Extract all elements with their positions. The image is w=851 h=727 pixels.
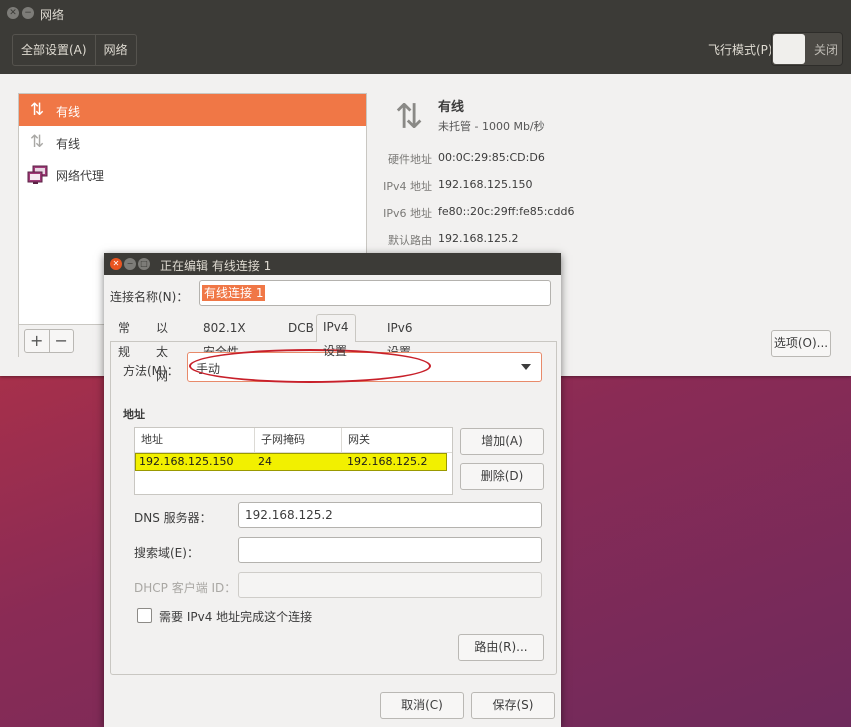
annotation-ellipse [189, 349, 431, 383]
cancel-button[interactable]: 取消(C) [380, 692, 464, 719]
list-item-network-proxy[interactable]: 网络代理 [19, 158, 366, 190]
tab-dcb[interactable]: DCB [282, 316, 320, 340]
add-address-button[interactable]: 增加(A) [460, 428, 544, 455]
maximize-icon[interactable]: □ [138, 258, 150, 270]
dhcp-client-id-input [238, 572, 542, 598]
address-cell[interactable]: 192.168.125.150 [139, 455, 233, 468]
delete-address-button[interactable]: 删除(D) [460, 463, 544, 490]
list-item-label: 有线 [56, 105, 81, 119]
detail-value: 192.168.125.150 [438, 178, 533, 191]
tab-general[interactable]: 常规 [112, 316, 136, 359]
dialog-title-bar: ✕ − □ 正在编辑 有线连接 1 [104, 253, 561, 275]
dns-servers-label: DNS 服务器： [134, 511, 212, 525]
detail-value: fe80::20c:29ff:fe85:cdd6 [438, 205, 575, 218]
list-item-label: 网络代理 [56, 169, 105, 183]
address-table: 地址 子网掩码 网关 192.168.125.150 24 192.168.12… [134, 427, 453, 495]
connection-name: 有线 [438, 100, 465, 115]
detail-row-ipv6: IPv6 地址 fe80::20c:29ff:fe85:cdd6 [370, 205, 790, 221]
connection-status: 未托管 - 1000 Mb/秒 [438, 120, 545, 133]
add-connection-button[interactable]: + [25, 330, 49, 352]
toggle-knob [773, 34, 805, 64]
gateway-cell[interactable]: 192.168.125.2 [347, 455, 427, 468]
dhcp-client-id-label: DHCP 客户端 ID： [134, 581, 237, 595]
netmask-cell[interactable]: 24 [258, 455, 272, 468]
save-button[interactable]: 保存(S) [471, 692, 555, 719]
airplane-mode-toggle[interactable]: 关闭 [771, 32, 843, 66]
detail-value: 192.168.125.2 [438, 232, 519, 245]
chevron-down-icon [521, 364, 531, 370]
dns-servers-input[interactable]: 192.168.125.2 [238, 502, 542, 528]
detail-value: 00:0C:29:85:CD:D6 [438, 151, 545, 164]
list-item-wired-2[interactable]: ⇅ 有线 [19, 126, 366, 158]
add-remove-group: + − [24, 329, 74, 353]
list-item-wired-1[interactable]: ⇅ 有线 [19, 94, 366, 126]
address-heading: 地址 [123, 408, 145, 421]
close-icon[interactable]: ✕ [7, 7, 19, 19]
ipv4-settings-panel: 方法(M)： 手动 地址 地址 子网掩码 网关 192.168.125.150 … [110, 341, 557, 675]
search-domains-label: 搜索域(E)： [134, 546, 199, 560]
all-settings-button[interactable]: 全部设置(A) [13, 35, 95, 65]
detail-row-ipv4: IPv4 地址 192.168.125.150 [370, 178, 790, 194]
close-icon[interactable]: ✕ [110, 258, 122, 270]
search-domains-input[interactable] [238, 537, 542, 563]
detail-key: IPv6 地址 [383, 207, 432, 220]
remove-connection-button[interactable]: − [48, 330, 74, 352]
network-transmit-receive-icon: ⇅ [29, 132, 45, 152]
window-title: 网络 [40, 8, 65, 22]
options-button[interactable]: 选项(O)... [771, 330, 831, 357]
table-header: 地址 子网掩码 网关 [135, 428, 452, 453]
network-transmit-receive-icon: ⇅ [394, 97, 424, 137]
detail-row-hardware-address: 硬件地址 00:0C:29:85:CD:D6 [370, 151, 790, 167]
detail-key: 默认路由 [388, 234, 432, 247]
method-label: 方法(M)： [123, 364, 179, 378]
tab-ethernet[interactable]: 以太网 [150, 316, 174, 383]
column-header-netmask[interactable]: 子网掩码 [255, 428, 342, 452]
detail-row-default-route: 默认路由 192.168.125.2 [370, 232, 790, 248]
list-item-label: 有线 [56, 137, 81, 151]
network-proxy-icon [27, 165, 48, 184]
title-bar: ✕ − 网络 [0, 0, 851, 28]
connection-name-value: 有线连接 1 [202, 285, 266, 301]
require-ipv4-label[interactable]: 需要 IPv4 地址完成这个连接 [159, 608, 312, 625]
dialog-title: 正在编辑 有线连接 1 [160, 259, 272, 273]
column-header-gateway[interactable]: 网关 [342, 428, 452, 452]
require-ipv4-checkbox[interactable] [137, 608, 152, 623]
tab-ipv6-settings[interactable]: IPv6 设置 [381, 316, 419, 359]
tab-8021x-security[interactable]: 802.1X 安全性 [197, 316, 252, 359]
routes-button[interactable]: 路由(R)... [458, 634, 544, 661]
column-header-address[interactable]: 地址 [135, 428, 255, 452]
airplane-mode-label: 飞行模式(P) [708, 43, 773, 57]
breadcrumb: 全部设置(A) 网络 [12, 34, 137, 66]
edit-connection-dialog: ✕ − □ 正在编辑 有线连接 1 连接名称(N)： 有线连接 1 常规 以太网… [104, 253, 561, 727]
connection-name-input[interactable]: 有线连接 1 [199, 280, 551, 306]
detail-key: 硬件地址 [388, 153, 432, 166]
minimize-icon[interactable]: − [124, 258, 136, 270]
toggle-state-label: 关闭 [814, 43, 839, 57]
network-breadcrumb-button[interactable]: 网络 [94, 35, 136, 65]
minimize-icon[interactable]: − [22, 7, 34, 19]
table-row[interactable]: 192.168.125.150 24 192.168.125.2 [135, 453, 447, 471]
connection-name-label: 连接名称(N)： [110, 290, 189, 304]
tab-ipv4-settings[interactable]: IPv4 设置 [316, 314, 356, 358]
detail-key: IPv4 地址 [383, 180, 432, 193]
network-transmit-receive-icon: ⇅ [29, 100, 45, 120]
